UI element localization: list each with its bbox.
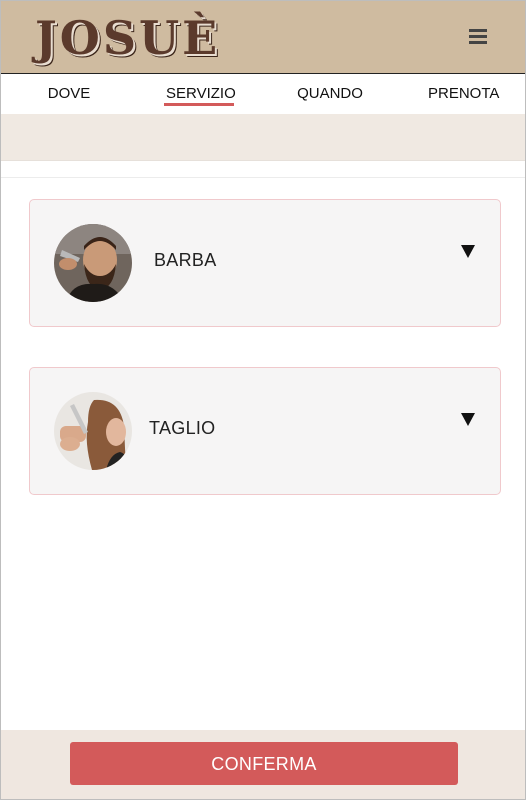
sub-header-bar [1,114,525,161]
confirm-button[interactable]: CONFERMA [70,742,458,785]
active-tab-underline [164,103,234,106]
service-label: TAGLIO [149,418,216,438]
divider [1,177,525,178]
tab-label: DOVE [47,85,91,102]
logo[interactable]: JOSUÈ [35,12,220,64]
tab-servizio[interactable]: SERVIZIO [164,74,236,114]
step-nav: DOVE SERVIZIO QUANDO PRENOTA [1,74,525,114]
hamburger-icon[interactable] [469,26,487,48]
footer-bar: CONFERMA [1,730,525,799]
taglio-photo [54,392,132,470]
tab-label: PRENOTA [428,85,500,102]
caret-down-icon[interactable] [461,245,475,258]
service-card-taglio[interactable]: TAGLIO [29,367,501,495]
tab-label: SERVIZIO [166,85,236,102]
service-label: BARBA [154,250,217,270]
app-frame: JOSUÈ DOVE SERVIZIO QUANDO PRENOTA BARBA… [0,0,526,800]
tab-prenota[interactable]: PRENOTA [428,74,499,114]
caret-down-icon[interactable] [461,413,475,426]
tab-dove[interactable]: DOVE [47,74,91,114]
tab-label: QUANDO [297,85,363,102]
service-card-barba[interactable]: BARBA [29,199,501,327]
barba-photo [54,224,132,302]
tab-quando[interactable]: QUANDO [296,74,364,114]
header: JOSUÈ [1,1,525,74]
